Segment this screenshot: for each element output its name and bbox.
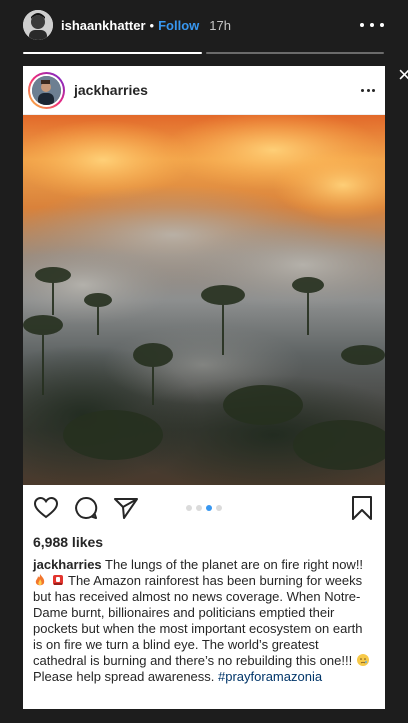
story-progress-bar <box>23 52 384 54</box>
siren-emoji <box>52 575 63 585</box>
carousel-dot <box>216 505 222 511</box>
carousel-dot <box>196 505 202 511</box>
post-more-options-icon[interactable] <box>361 88 375 92</box>
carousel-dot <box>186 505 192 511</box>
carousel-indicator <box>186 505 222 511</box>
post-header: jackharries <box>23 66 385 115</box>
post-action-bar <box>23 485 385 531</box>
story-username[interactable]: ishaankhatter <box>61 18 146 33</box>
shared-post-card[interactable]: jackharries 6,988 likes jackharries The … <box>23 66 385 709</box>
bookmark-icon[interactable] <box>349 495 375 521</box>
like-count[interactable]: 6,988 likes <box>23 531 385 553</box>
story-timestamp: 17h <box>209 17 231 33</box>
hashtag-link[interactable]: #prayforamazonia <box>218 669 322 684</box>
story-more-options-icon[interactable] <box>360 15 384 35</box>
progress-segment <box>205 52 384 54</box>
heart-icon[interactable] <box>33 495 59 521</box>
close-icon[interactable]: × <box>398 64 408 86</box>
crying-face-emoji <box>356 654 369 666</box>
post-avatar[interactable] <box>28 71 65 109</box>
follow-button[interactable]: Follow <box>158 18 199 33</box>
separator-dot: • <box>149 17 155 33</box>
fire-emoji <box>35 574 45 586</box>
caption-text: The lungs of the planet are on fire righ… <box>101 557 364 572</box>
post-photo[interactable] <box>23 115 385 485</box>
post-caption: jackharries The lungs of the planet are … <box>23 553 385 685</box>
send-icon[interactable] <box>113 495 139 521</box>
story-header: ishaankhatter • Follow 17h <box>23 10 384 40</box>
story-avatar[interactable] <box>23 10 53 40</box>
caption-text-continued: The Amazon rainforest has been burning f… <box>33 573 363 668</box>
caption-username[interactable]: jackharries <box>33 557 102 572</box>
comment-icon[interactable] <box>73 495 99 521</box>
post-username[interactable]: jackharries <box>74 82 148 98</box>
carousel-dot-active <box>206 505 212 511</box>
progress-segment <box>23 52 202 54</box>
caption-text-end: Please help spread awareness. <box>33 669 219 684</box>
